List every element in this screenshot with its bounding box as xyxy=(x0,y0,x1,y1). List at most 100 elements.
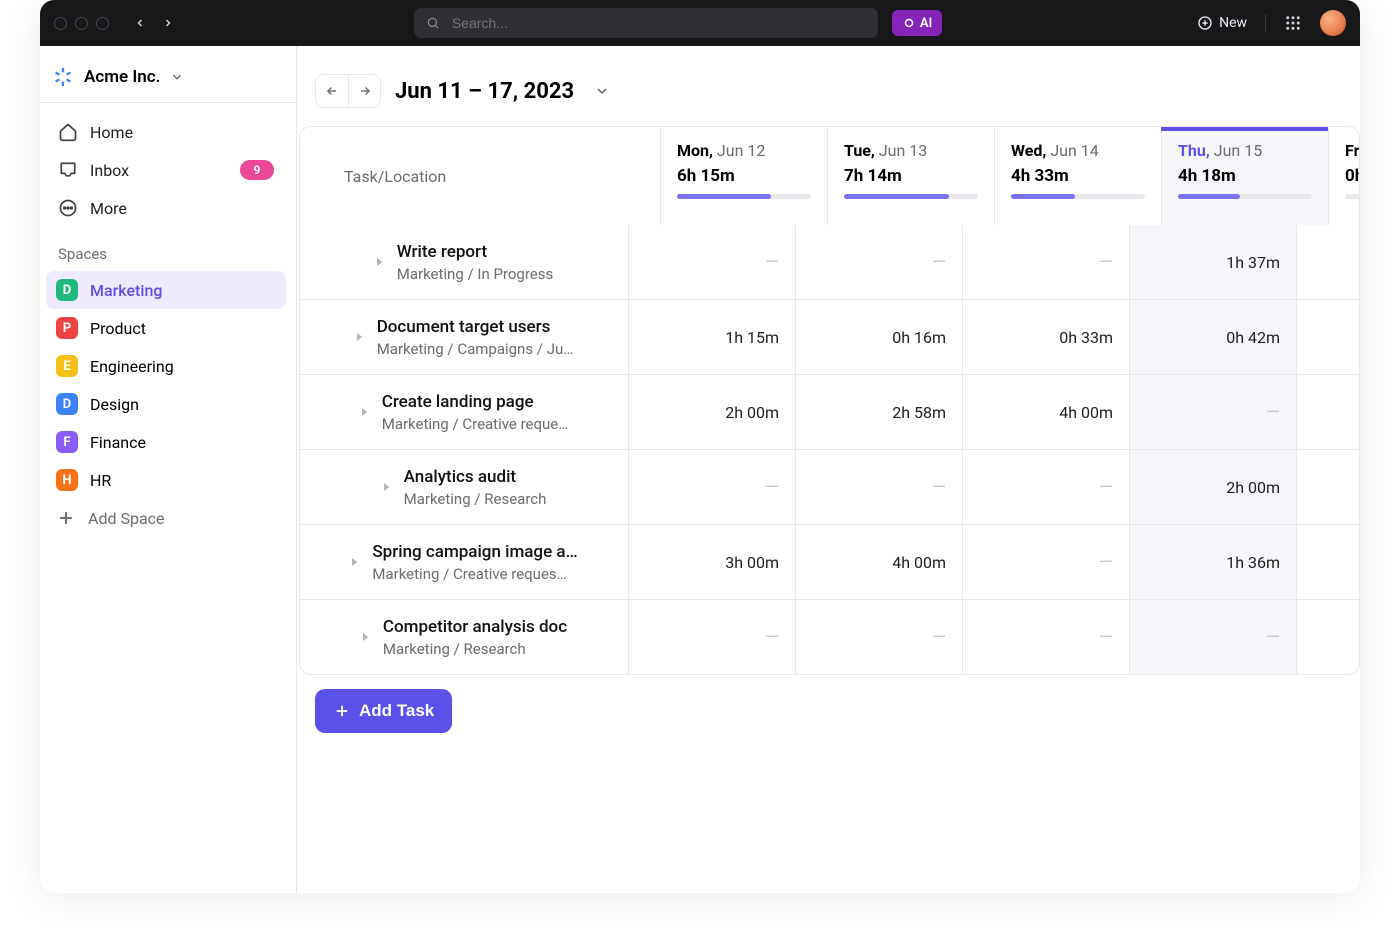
task-path: Marketing / Campaigns / Ju… xyxy=(377,340,574,358)
time-cell[interactable]: — xyxy=(1296,225,1360,299)
task-name: Document target users xyxy=(377,317,574,337)
space-badge: F xyxy=(56,431,78,453)
table-row: Spring campaign image a… Marketing / Cre… xyxy=(300,524,1359,599)
time-cell[interactable]: — xyxy=(628,450,795,524)
column-header-day: Wed, Jun 14 4h 33m xyxy=(994,127,1161,225)
maximize-window-icon[interactable] xyxy=(96,17,109,30)
space-badge: H xyxy=(56,469,78,491)
task-cell[interactable]: Document target users Marketing / Campai… xyxy=(300,300,628,374)
search-input[interactable] xyxy=(450,14,866,32)
task-name: Analytics audit xyxy=(404,467,547,487)
task-cell[interactable]: Analytics audit Marketing / Research xyxy=(300,450,628,524)
space-label: Design xyxy=(90,395,139,414)
column-header-day: Mon, Jun 12 6h 15m xyxy=(660,127,827,225)
time-cell[interactable]: 2h 00m xyxy=(628,375,795,449)
time-cell[interactable]: — xyxy=(1296,525,1360,599)
time-cell[interactable]: — xyxy=(1129,600,1296,674)
main-content: Jun 11 – 17, 2023 Task/LocationMon, Jun … xyxy=(297,46,1360,893)
table-row: Create landing page Marketing / Creative… xyxy=(300,374,1359,449)
new-button[interactable]: New xyxy=(1197,15,1247,31)
add-task-button[interactable]: Add Task xyxy=(315,689,452,733)
nav-inbox[interactable]: Inbox 9 xyxy=(46,151,286,189)
time-cell[interactable]: 1h 36m xyxy=(1129,525,1296,599)
avatar[interactable] xyxy=(1320,10,1346,36)
time-cell[interactable]: — xyxy=(795,450,962,524)
sidebar-space-design[interactable]: D Design xyxy=(46,385,286,423)
task-name: Competitor analysis doc xyxy=(383,617,567,637)
time-cell[interactable]: 3h 00m xyxy=(628,525,795,599)
window-controls xyxy=(54,17,109,30)
space-badge: E xyxy=(56,355,78,377)
time-cell[interactable]: 0h 16m xyxy=(795,300,962,374)
task-name: Create landing page xyxy=(382,392,569,412)
time-cell[interactable]: — xyxy=(1296,300,1360,374)
nav-more[interactable]: More xyxy=(46,189,286,227)
time-cell[interactable]: — xyxy=(1129,375,1296,449)
time-cell[interactable]: — xyxy=(1296,450,1360,524)
task-path: Marketing / Creative reques… xyxy=(372,565,577,583)
time-cell[interactable]: 4h 00m xyxy=(962,375,1129,449)
sidebar-space-finance[interactable]: F Finance xyxy=(46,423,286,461)
chevron-right-icon xyxy=(351,329,367,345)
home-icon xyxy=(58,122,78,142)
space-badge: D xyxy=(56,393,78,415)
task-cell[interactable]: Spring campaign image a… Marketing / Cre… xyxy=(300,525,628,599)
time-cell[interactable]: 4h 00m xyxy=(795,525,962,599)
history-back-button[interactable] xyxy=(131,14,149,32)
task-cell[interactable]: Write report Marketing / In Progress xyxy=(300,225,628,299)
time-cell[interactable]: 0h 42m xyxy=(1129,300,1296,374)
apps-grid-icon[interactable] xyxy=(1284,14,1302,32)
table-row: Write report Marketing / In Progress———1… xyxy=(300,225,1359,299)
date-picker-button[interactable] xyxy=(588,77,616,105)
plus-icon xyxy=(333,702,351,720)
history-forward-button[interactable] xyxy=(159,14,177,32)
time-cell[interactable]: — xyxy=(795,600,962,674)
space-label: Marketing xyxy=(90,281,162,300)
time-cell[interactable]: 0h 33m xyxy=(962,300,1129,374)
time-cell[interactable]: — xyxy=(962,600,1129,674)
time-cell[interactable]: 1h 37m xyxy=(1129,225,1296,299)
time-cell[interactable]: — xyxy=(795,225,962,299)
minimize-window-icon[interactable] xyxy=(75,17,88,30)
task-path: Marketing / In Progress xyxy=(397,265,553,283)
sidebar-space-hr[interactable]: H HR xyxy=(46,461,286,499)
global-search[interactable] xyxy=(414,8,878,38)
time-cell[interactable]: — xyxy=(628,600,795,674)
task-path: Marketing / Research xyxy=(383,640,567,658)
time-cell[interactable]: — xyxy=(1296,600,1360,674)
task-path: Marketing / Creative reque… xyxy=(382,415,569,433)
chevron-right-icon xyxy=(346,554,362,570)
table-row: Analytics audit Marketing / Research———2… xyxy=(300,449,1359,524)
ai-button[interactable]: AI xyxy=(892,10,942,36)
task-cell[interactable]: Competitor analysis doc Marketing / Rese… xyxy=(300,600,628,674)
close-window-icon[interactable] xyxy=(54,17,67,30)
column-header-day: Fri, Jun 16 0h xyxy=(1328,127,1360,225)
prev-week-button[interactable] xyxy=(316,75,348,107)
plus-icon xyxy=(56,508,76,528)
chevron-right-icon xyxy=(357,629,373,645)
time-cell[interactable]: — xyxy=(962,450,1129,524)
nav-home[interactable]: Home xyxy=(46,113,286,151)
next-week-button[interactable] xyxy=(348,75,380,107)
sidebar-space-engineering[interactable]: E Engineering xyxy=(46,347,286,385)
time-cell[interactable]: 1h 15m xyxy=(628,300,795,374)
time-cell[interactable]: — xyxy=(962,525,1129,599)
add-space-button[interactable]: Add Space xyxy=(46,499,286,537)
task-cell[interactable]: Create landing page Marketing / Creative… xyxy=(300,375,628,449)
timesheet-table: Task/LocationMon, Jun 12 6h 15m Tue, Jun… xyxy=(299,126,1360,675)
sidebar-space-marketing[interactable]: D Marketing xyxy=(46,271,286,309)
sidebar: Acme Inc. Home Inbox 9 More Spaces D Mar… xyxy=(40,46,297,893)
time-cell[interactable]: — xyxy=(1296,375,1360,449)
time-cell[interactable]: 2h 00m xyxy=(1129,450,1296,524)
sidebar-space-product[interactable]: P Product xyxy=(46,309,286,347)
task-path: Marketing / Research xyxy=(404,490,547,508)
chevron-right-icon xyxy=(378,479,394,495)
chevron-right-icon xyxy=(356,404,372,420)
search-icon xyxy=(426,16,440,30)
time-cell[interactable]: — xyxy=(628,225,795,299)
workspace-switcher[interactable]: Acme Inc. xyxy=(40,54,296,103)
space-badge: D xyxy=(56,279,78,301)
time-cell[interactable]: 2h 58m xyxy=(795,375,962,449)
time-cell[interactable]: — xyxy=(962,225,1129,299)
workspace-name: Acme Inc. xyxy=(84,67,160,87)
